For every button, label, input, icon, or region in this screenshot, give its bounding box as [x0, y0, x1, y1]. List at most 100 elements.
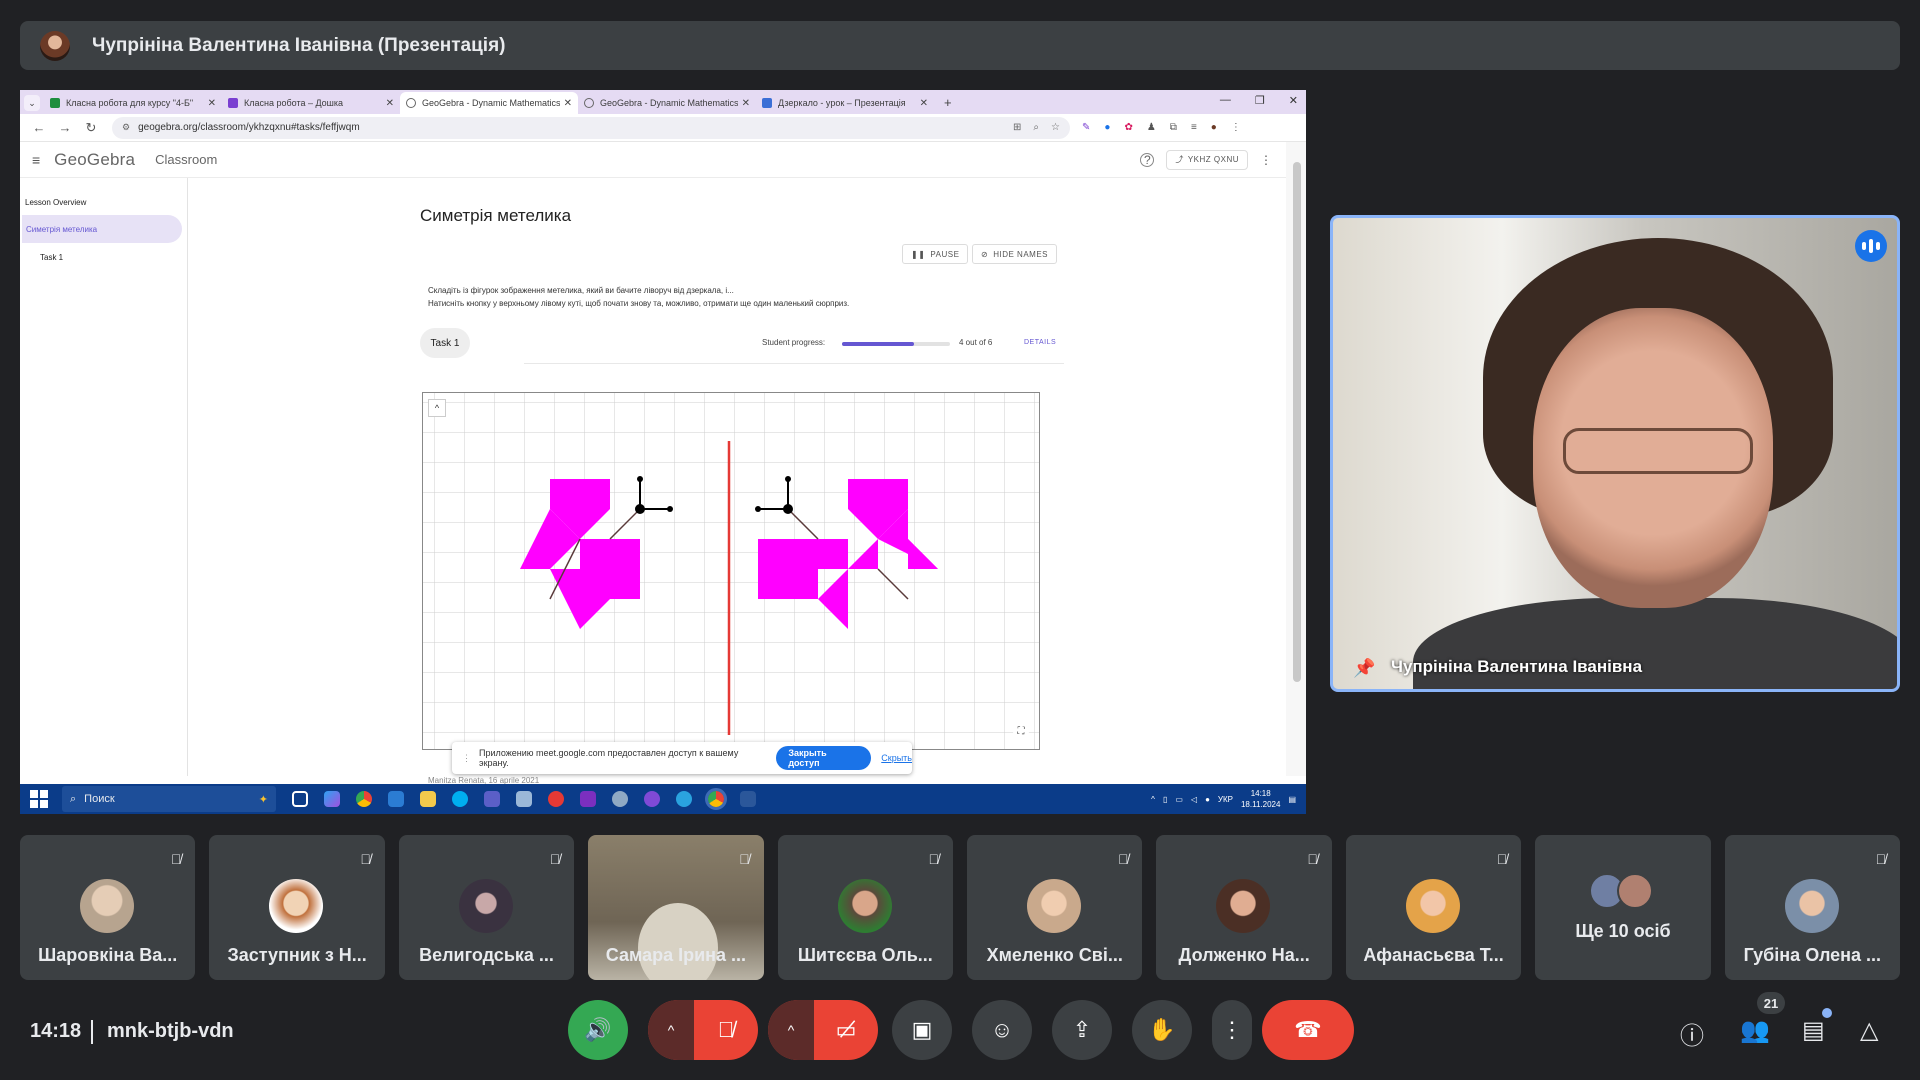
tab-close-icon[interactable]: ✕ [742, 98, 750, 109]
microphone-button[interactable]: ^ 🎙̸ [648, 1000, 758, 1060]
browser-tab-active[interactable]: GeoGebra - Dynamic Mathematics ✕ [400, 92, 578, 114]
close-window-icon[interactable]: ✕ [1289, 94, 1298, 107]
tray-network-icon[interactable]: ▭ [1175, 795, 1183, 804]
activities-icon[interactable]: △ [1860, 1016, 1878, 1045]
leave-call-button[interactable]: ☎ [1262, 1000, 1354, 1060]
page-scrollbar[interactable] [1286, 142, 1306, 776]
more-options-button[interactable]: ⋮ [1212, 1000, 1252, 1060]
geogebra-logo[interactable]: GeoGebra [54, 150, 135, 170]
participant-tile[interactable]: 🎙̸ Афанасьєва Т... [1345, 835, 1522, 980]
tab-close-icon[interactable]: ✕ [564, 98, 572, 109]
blue-extension-icon[interactable]: ● [1104, 122, 1110, 133]
tray-volume-icon[interactable]: ◁ [1191, 795, 1197, 804]
tray-clock[interactable]: 14:18 18.11.2024 [1241, 788, 1280, 810]
participant-video-tile[interactable]: 🎙̸ Самара Ірина ... [588, 835, 764, 980]
participant-tile[interactable]: 🎙̸ Хмеленко Сві... [967, 835, 1143, 980]
drag-handle-icon[interactable]: ⋮ [462, 753, 471, 764]
tab-close-icon[interactable]: ✕ [386, 98, 394, 109]
collapse-chevron-icon[interactable]: ^ [428, 399, 446, 417]
audio-output-button[interactable]: 🔊 [568, 1000, 628, 1060]
tab-search-chevron-icon[interactable]: ⌄ [24, 95, 40, 111]
participant-tile[interactable]: 🎙̸ Заступник з Н... [209, 835, 385, 980]
browser-tab[interactable]: Класна робота для курсу "4-Б" ✕ [44, 92, 222, 114]
network-app-icon[interactable] [516, 791, 532, 807]
viber-icon[interactable] [644, 791, 660, 807]
reload-icon[interactable]: ↻ [84, 120, 98, 136]
windows-search-box[interactable]: ⌕ Поиск ✦ [62, 786, 276, 812]
pinned-video-tile[interactable]: 📌 Чупрініна Валентина Іванівна [1330, 215, 1900, 692]
forward-icon[interactable]: → [58, 120, 72, 135]
media-icon[interactable]: ≡ [1191, 122, 1197, 133]
address-bar[interactable]: ⚙ geogebra.org/classroom/ykhzqxnu#tasks/… [112, 116, 1070, 139]
notifications-icon[interactable]: ▤ [1288, 795, 1296, 804]
tab-close-icon[interactable]: ✕ [208, 98, 216, 109]
camera-button[interactable]: ^ ▭̸ [768, 1000, 878, 1060]
translate-icon[interactable]: ⊞ [1013, 122, 1021, 133]
kahoot-icon[interactable] [580, 791, 596, 807]
participant-tile[interactable]: 🎙̸ Губіна Олена ... [1724, 835, 1901, 980]
back-icon[interactable]: ← [32, 120, 46, 135]
tray-mic-icon[interactable]: ● [1205, 795, 1210, 804]
zoom-icon[interactable]: ⌕ [1033, 122, 1039, 133]
stop-sharing-button[interactable]: Закрыть доступ [776, 746, 872, 770]
pink-extension-icon[interactable]: ✿ [1124, 122, 1132, 133]
reactions-button[interactable]: ☺ [972, 1000, 1032, 1060]
browser-menu-icon[interactable]: ⋮ [1231, 122, 1241, 133]
meeting-info-icon[interactable]: ⓘ [1680, 1016, 1704, 1051]
sidebar-item-task[interactable]: Task 1 [40, 253, 187, 262]
captions-button[interactable]: ▣ [892, 1000, 952, 1060]
share-code-button[interactable]: ⤴ YKHZ QXNU [1166, 149, 1248, 170]
telegram-icon[interactable] [676, 791, 692, 807]
file-explorer-icon[interactable] [420, 791, 436, 807]
hide-notice-link[interactable]: Скрыть [881, 753, 912, 763]
opera-icon[interactable] [548, 791, 564, 807]
scrollbar-thumb[interactable] [1293, 162, 1301, 682]
sidebar-item-lesson[interactable]: Симетрія метелика [22, 215, 182, 243]
browser-tab[interactable]: Дзеркало - урок – Презентація ✕ [756, 92, 934, 114]
fullscreen-icon[interactable]: ⛶ [1013, 723, 1029, 739]
new-tab-icon[interactable]: + [944, 95, 952, 110]
chat-icon[interactable]: ▤ [1802, 1016, 1825, 1045]
details-link[interactable]: DETAILS [1024, 339, 1056, 346]
help-icon[interactable]: ? [1140, 152, 1155, 167]
settings-app-icon[interactable] [612, 791, 628, 807]
site-info-icon[interactable]: ⚙ [122, 122, 130, 133]
skype-icon[interactable] [452, 791, 468, 807]
mic-options-chevron-icon[interactable]: ^ [648, 1000, 694, 1060]
bookmark-star-icon[interactable]: ☆ [1051, 122, 1060, 133]
task-view-icon[interactable] [292, 791, 308, 807]
pin-icon[interactable]: 📌 [1353, 658, 1375, 679]
math-app-icon[interactable] [484, 791, 500, 807]
browser-tab[interactable]: Класна робота – Дошка ✕ [222, 92, 400, 114]
mail-icon[interactable] [388, 791, 404, 807]
pen-extension-icon[interactable]: ✎ [1082, 122, 1090, 133]
participant-tile[interactable]: 🎙̸ Шитєєва Оль... [777, 835, 954, 980]
geogebra-applet[interactable]: ^ ⛶ [422, 392, 1040, 750]
people-icon[interactable]: 👥 [1740, 1016, 1770, 1045]
task-chip[interactable]: Task 1 [420, 328, 470, 358]
participant-tile[interactable]: 🎙̸ Долженко На... [1156, 835, 1332, 980]
restore-icon[interactable]: ❐ [1255, 94, 1265, 107]
raise-hand-button[interactable]: ✋ [1132, 1000, 1192, 1060]
more-options-icon[interactable]: ⋮ [1260, 153, 1272, 167]
butterfly-grid[interactable] [423, 393, 1039, 749]
tray-language[interactable]: УКР [1218, 795, 1233, 804]
extensions-puzzle-icon[interactable]: ⧉ [1170, 122, 1177, 133]
tray-battery-icon[interactable]: ▯ [1163, 795, 1167, 804]
word-icon[interactable] [740, 791, 756, 807]
menu-hamburger-icon[interactable]: ≡ [32, 152, 40, 168]
hide-names-button[interactable]: ⊘ HIDE NAMES [972, 244, 1057, 264]
pause-button[interactable]: ❚❚ PAUSE [902, 244, 969, 264]
browser-tab[interactable]: GeoGebra - Dynamic Mathematics ✕ [578, 92, 756, 114]
participant-tile[interactable]: 🎙̸ Велигодська ... [398, 835, 575, 980]
more-participants-tile[interactable]: Ще 10 осіб [1535, 835, 1711, 980]
lesson-overview-link[interactable]: Lesson Overview [25, 198, 187, 207]
tab-close-icon[interactable]: ✕ [920, 98, 928, 109]
copilot-icon[interactable] [324, 791, 340, 807]
profile-icon[interactable]: ● [1211, 122, 1217, 133]
avatar-extension-icon[interactable]: ♟ [1147, 122, 1156, 133]
windows-start-icon[interactable] [30, 790, 48, 808]
tray-chevron-icon[interactable]: ^ [1151, 795, 1155, 804]
chrome-active-icon[interactable] [705, 788, 727, 810]
present-button[interactable]: ⇪ [1052, 1000, 1112, 1060]
